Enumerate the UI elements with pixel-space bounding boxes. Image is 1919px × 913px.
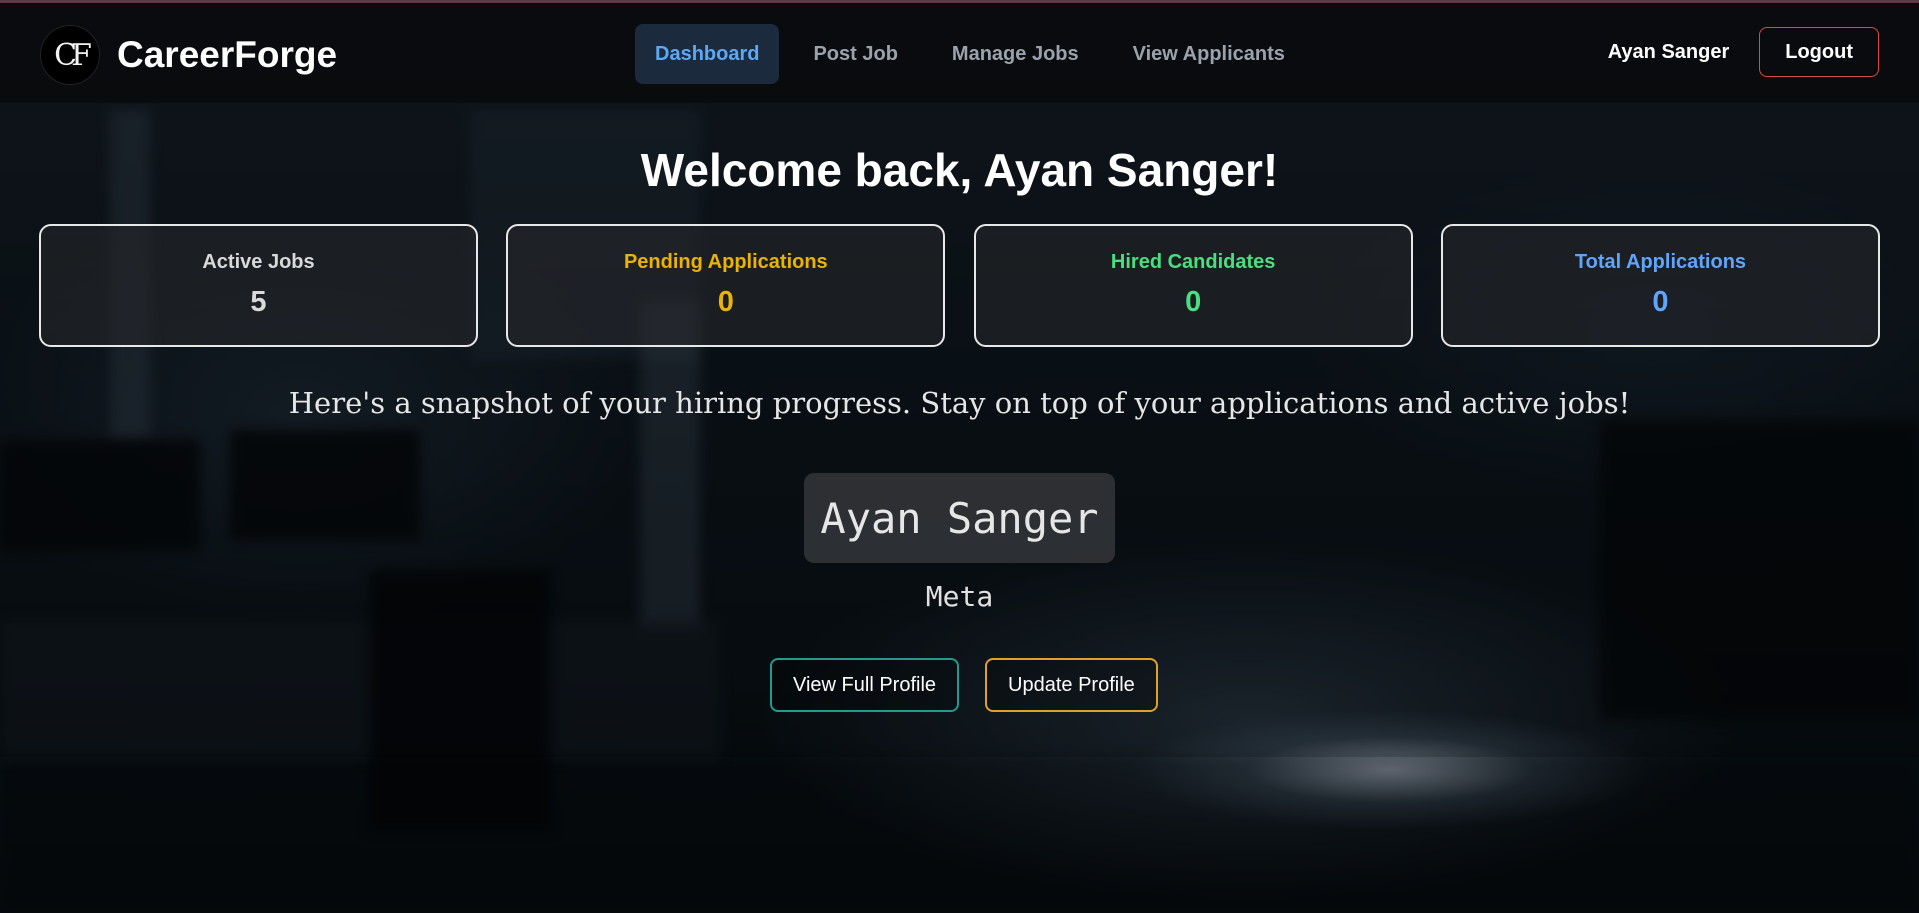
stat-card-pending-applications: Pending Applications 0 <box>506 224 946 347</box>
nav-manage-jobs[interactable]: Manage Jobs <box>932 24 1099 84</box>
nav-post-job[interactable]: Post Job <box>793 24 917 84</box>
welcome-heading: Welcome back, Ayan Sanger! <box>640 144 1279 196</box>
nav-dashboard[interactable]: Dashboard <box>635 24 780 84</box>
profile-name: Ayan Sanger <box>804 473 1115 563</box>
nav-view-applicants[interactable]: View Applicants <box>1113 24 1305 84</box>
stat-card-total-applications: Total Applications 0 <box>1440 224 1880 347</box>
update-profile-button[interactable]: Update Profile <box>985 658 1158 712</box>
navbar: CF CareerForge Dashboard Post Job Manage… <box>0 3 1919 103</box>
stat-label: Hired Candidates <box>1110 251 1276 273</box>
nav-user-area: Ayan Sanger Logout <box>1608 27 1879 77</box>
stat-value: 0 <box>1185 286 1202 318</box>
brand[interactable]: CF CareerForge <box>40 25 337 85</box>
profile-company: Meta <box>925 580 994 613</box>
stat-label: Active Jobs <box>202 251 315 273</box>
background-floor <box>0 757 1919 913</box>
snapshot-text: Here's a snapshot of your hiring progres… <box>288 386 1631 420</box>
nav-links: Dashboard Post Job Manage Jobs View Appl… <box>635 24 1305 84</box>
profile-actions: View Full Profile Update Profile <box>770 658 1158 712</box>
stat-card-active-jobs: Active Jobs 5 <box>39 224 478 347</box>
stat-value: 0 <box>717 286 734 318</box>
stat-value: 5 <box>250 286 267 318</box>
stat-label: Pending Applications <box>623 251 828 273</box>
nav-user-name: Ayan Sanger <box>1607 40 1730 63</box>
stat-label: Total Applications <box>1574 251 1747 273</box>
logout-button[interactable]: Logout <box>1759 27 1879 77</box>
stat-card-hired-candidates: Hired Candidates 0 <box>973 224 1413 347</box>
brand-logo: CF <box>40 25 100 85</box>
stat-value: 0 <box>1652 286 1669 318</box>
brand-name: CareerForge <box>117 34 338 75</box>
stats-row: Active Jobs 5 Pending Applications 0 Hir… <box>39 224 1880 347</box>
view-full-profile-button[interactable]: View Full Profile <box>770 658 960 712</box>
